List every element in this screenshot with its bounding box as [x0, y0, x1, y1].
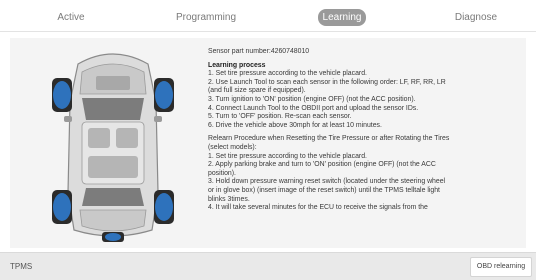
main-content: Sensor part number:4260748010 Learning p… [10, 38, 526, 248]
footer-label: TPMS [10, 262, 33, 271]
relearn-step-line: 4. It will take several minutes for the … [208, 204, 428, 212]
learning-process-heading: Learning process [208, 61, 266, 69]
instructions-panel: Sensor part number:4260748010 Learning p… [208, 48, 512, 248]
sensor-part-number: Sensor part number:4260748010 [208, 48, 310, 55]
sensor-rear-right [155, 193, 173, 221]
sensor-spare [105, 233, 121, 241]
relearn-step-line: 2. Apply parking brake and turn to 'ON' … [208, 161, 436, 169]
tab-learning[interactable]: Learning [318, 9, 366, 26]
tab-bar: Active Programming Learning Diagnose [0, 0, 536, 32]
relearn-step-line: 1. Set tire pressure according to the ve… [208, 152, 367, 160]
sensor-front-right [155, 81, 173, 109]
relearn-heading-line: Relearn Procedure when Resetting the Tir… [208, 135, 450, 143]
tab-active[interactable]: Active [56, 9, 86, 26]
footer-bar: TPMS OBD relearning [0, 252, 536, 280]
obd-relearning-button[interactable]: OBD relearning [470, 257, 532, 277]
sensor-rear-left [53, 193, 71, 221]
tab-programming[interactable]: Programming [170, 9, 242, 26]
relearn-step-line: or in glove box) (insert image of the re… [208, 186, 440, 194]
car-top-view-illustration [52, 53, 174, 242]
sensor-front-left [53, 81, 71, 109]
learning-step-line: 5. Turn to 'OFF' position. Re-scan each … [208, 113, 352, 121]
learning-step-line: 1. Set tire pressure according to the ve… [208, 70, 367, 78]
learning-step-line: (and full size spare if equipped). [208, 87, 306, 95]
car-diagram [18, 42, 208, 244]
relearn-heading-line: (select models): [208, 143, 257, 151]
tab-diagnose[interactable]: Diagnose [454, 9, 498, 26]
relearn-step-line: blinks 3times. [208, 195, 250, 203]
relearn-step-line: position). [208, 169, 236, 177]
learning-step-line: 4. Connect Launch Tool to the OBDII port… [208, 104, 419, 112]
learning-step-line: 3. Turn ignition to 'ON' position (engin… [208, 95, 416, 103]
relearn-step-line: 3. Hold down pressure warning reset swit… [208, 178, 446, 186]
learning-step-line: 2. Use Launch Tool to scan each sensor i… [208, 78, 446, 86]
learning-step-line: 6. Drive the vehicle above 30mph for at … [208, 121, 382, 129]
